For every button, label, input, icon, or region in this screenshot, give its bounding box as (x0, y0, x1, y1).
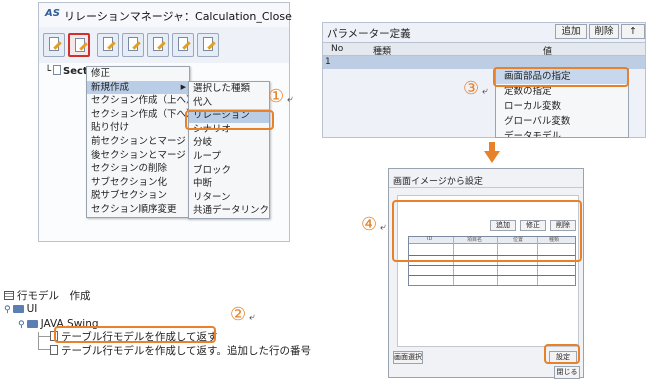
curl-mark-icon: ⤶ (249, 312, 255, 323)
grid-row-line (409, 265, 575, 266)
table-icon (4, 291, 14, 300)
toolbar-new-button[interactable] (68, 33, 90, 57)
context-menu: 修正新規作成 ▶ セクション作成（上へ） セクション作成（下へ） 貼り付け 前セクションと… (86, 66, 196, 218)
col-no: No (331, 44, 344, 54)
submenu-item[interactable]: 分岐 (189, 136, 269, 150)
tree-label: UI (26, 303, 38, 315)
context-menu-item[interactable]: 脱サブセクション (87, 189, 189, 203)
menu-item-label: セクション作成（上へ） (91, 95, 196, 107)
highlight-screen-part (493, 67, 629, 87)
menu-item-label: 脱サブセクション (91, 190, 168, 202)
dialog-title: 画面イメージから設定 (393, 177, 483, 187)
divider (389, 187, 583, 188)
context-menu-item[interactable]: セクション順序変更 (87, 203, 189, 217)
folder-icon (26, 320, 38, 328)
document-icon (53, 65, 61, 75)
menu-item-label: 修正 (91, 68, 111, 79)
parameter-title: パラメーター定義 (327, 28, 411, 40)
submenu-arrow-icon: ▶ (180, 82, 186, 91)
toolbar-button-3[interactable] (97, 33, 119, 57)
curl-mark-icon: ⤶ (380, 222, 386, 233)
row-number: 1 (325, 57, 331, 67)
folder-icon (12, 305, 24, 313)
context-menu-item[interactable]: セクション作成（上へ） (87, 94, 196, 108)
submenu-item[interactable]: リターン (189, 191, 269, 205)
callout-2: ② (230, 304, 247, 325)
expand-icon: ⚲ (18, 320, 25, 330)
menu-item-label: セクションの削除 (91, 163, 168, 175)
context-menu-item[interactable]: 後セクションとマージ (87, 149, 189, 163)
parameter-column-headers: No 種類 値 (323, 42, 645, 57)
toolbar-button-5[interactable] (147, 33, 169, 57)
dropdown-option[interactable]: ローカル変数 (496, 99, 628, 114)
window-title: リレーションマネージャ：Calculation_Close (64, 10, 292, 23)
menu-item-label: 貼り付け (91, 122, 130, 134)
tree-node-root[interactable]: 行モデル 作成 (4, 288, 91, 303)
parameter-header: パラメーター定義 追加 削除 ↑ (323, 23, 645, 41)
tree-line (38, 336, 50, 337)
submenu-item[interactable]: 選択した種類 (189, 82, 269, 96)
menu-item-label: サブセクション化 (91, 176, 168, 188)
close-button[interactable]: 閉じる (554, 366, 580, 379)
menu-item-label: セクション順序変更 (91, 203, 177, 215)
tree-line (38, 332, 39, 350)
toolbar-button-4[interactable] (122, 33, 144, 57)
context-menu-item[interactable]: 修正 (87, 67, 189, 81)
app-logo-icon: AS (45, 8, 60, 19)
submenu-item[interactable]: 代入 (189, 96, 269, 110)
tree-line-icon: └ (45, 66, 52, 77)
tree-label: テーブル行モデルを作成して返す。追加した行の番号 (61, 345, 312, 357)
context-menu-item[interactable]: サブセクション化 (87, 176, 189, 190)
tree-node-other[interactable]: テーブル行モデルを作成して返す。追加した行の番号 (50, 343, 311, 358)
dropdown-option[interactable]: グローバル変数 (496, 114, 628, 129)
submenu-item[interactable]: 共通データリンク (189, 204, 269, 218)
highlight-table-row-model (54, 326, 216, 343)
submenu-item[interactable]: 中断 (189, 177, 269, 191)
tree-node-ui[interactable]: ⚲ UI (4, 303, 37, 315)
curl-mark-icon: ⤶ (287, 94, 293, 105)
add-button[interactable]: 追加 (555, 24, 587, 39)
context-menu-item[interactable]: セクション作成（下へ） (87, 108, 196, 122)
menu-item-label: セクション作成（下へ） (91, 108, 196, 120)
callout-4: ④ (361, 214, 378, 235)
highlight-set-button (544, 344, 580, 364)
context-menu-item[interactable]: 前セクションとマージ (87, 135, 189, 149)
submenu-item[interactable]: ループ (189, 150, 269, 164)
select-image-button[interactable]: 画面選択 (393, 351, 423, 364)
context-menu-item[interactable]: セクションの削除 (87, 162, 189, 176)
tree-label: 行モデル 作成 (17, 290, 91, 302)
delete-button[interactable]: 削除 (589, 24, 619, 39)
submenu-item[interactable]: ブロック (189, 164, 269, 178)
callout-1: ① (268, 86, 285, 107)
down-arrow-icon (484, 142, 500, 164)
toolbar-button-7[interactable] (197, 33, 219, 57)
expand-icon: ⚲ (4, 305, 11, 315)
curl-mark-icon: ⤶ (482, 86, 488, 97)
new-submenu: 選択した種類 代入 リレーション シナリオ 分岐 ループ ブロック 中断 リターン 共通データリン… (188, 81, 270, 219)
tree-line (38, 349, 50, 350)
context-menu-item[interactable]: 新規作成 ▶ (87, 80, 189, 95)
grid-row-line (409, 275, 575, 276)
document-icon (50, 345, 58, 355)
highlight-item-grid (392, 200, 582, 262)
menu-item-label: 新規作成 (91, 81, 130, 93)
move-up-button[interactable]: ↑ (621, 24, 645, 39)
context-menu-item[interactable]: 貼り付け (87, 121, 189, 135)
toolbar-edit-button[interactable] (43, 33, 65, 57)
toolbar-button-6[interactable] (172, 33, 194, 57)
callout-3: ③ (463, 78, 480, 99)
menu-item-label: 後セクションとマージ (91, 149, 186, 161)
highlight-relation (185, 110, 274, 130)
dropdown-option[interactable]: データモデル (496, 129, 628, 137)
menu-item-label: 前セクションとマージ (91, 135, 186, 147)
title-bar: AS リレーションマネージャ：Calculation_Close (39, 3, 292, 27)
